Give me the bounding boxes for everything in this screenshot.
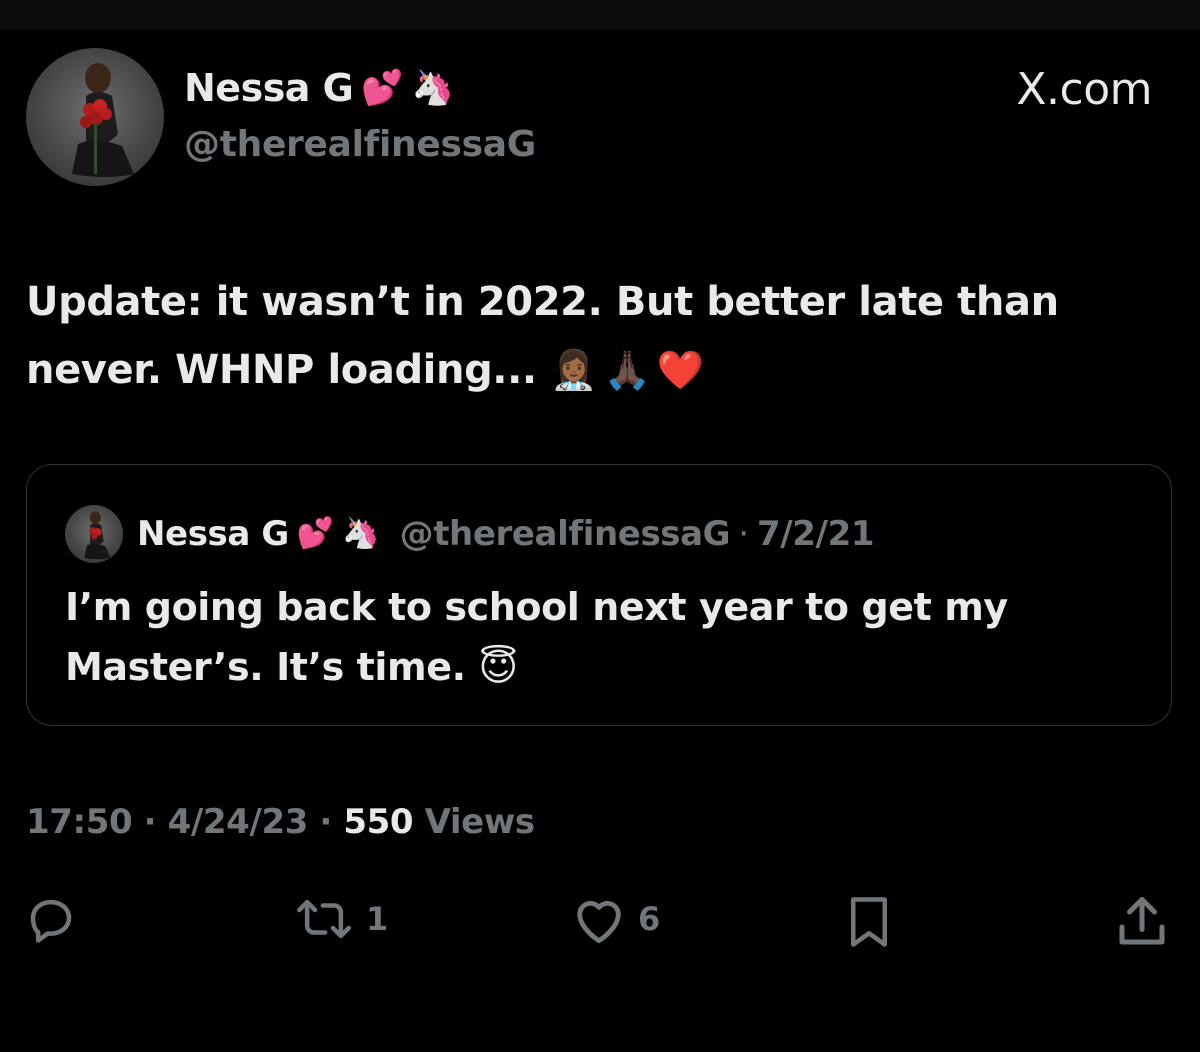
status-strip bbox=[0, 0, 1200, 30]
author-avatar[interactable] bbox=[26, 48, 164, 186]
repost-icon bbox=[297, 899, 351, 939]
quoted-date: 7/2/21 bbox=[757, 514, 875, 554]
views-count: 550 bbox=[343, 802, 414, 842]
share-button[interactable] bbox=[1112, 892, 1172, 952]
author-name[interactable]: Nessa G bbox=[184, 66, 354, 110]
quoted-tweet-header: Nessa G 💕 🦄 @therealfinessaG · 7/2/21 bbox=[65, 505, 874, 563]
tweet-body: Update: it wasn’t in 2022. But better la… bbox=[26, 279, 1059, 393]
bookmark-icon bbox=[851, 897, 887, 947]
tweet-meta: 17:50 · 4/24/23 · 550 Views bbox=[26, 802, 535, 842]
tweet-text: Update: it wasn’t in 2022. But better la… bbox=[26, 268, 1176, 404]
unicorn-emoji-icon: 🦄 bbox=[411, 68, 455, 108]
repost-button[interactable]: 1 bbox=[292, 892, 388, 946]
unicorn-emoji-icon: 🦄 bbox=[342, 516, 380, 551]
quoted-tweet-card[interactable]: Nessa G 💕 🦄 @therealfinessaG · 7/2/21 I’… bbox=[26, 464, 1172, 726]
separator-dot: · bbox=[319, 802, 332, 842]
share-icon bbox=[1119, 897, 1165, 945]
action-bar: 1 6 bbox=[0, 892, 1200, 962]
bookmark-button[interactable] bbox=[842, 892, 896, 952]
tweet-emojis: 👩🏾‍⚕️🙏🏿❤️ bbox=[550, 348, 711, 392]
views-label: Views bbox=[424, 802, 535, 842]
quoted-author-name: Nessa G bbox=[137, 514, 289, 554]
reply-icon bbox=[30, 899, 72, 943]
two-hearts-emoji-icon: 💕 bbox=[296, 516, 335, 551]
author-handle[interactable]: @therealfinessaG bbox=[184, 124, 536, 165]
quoted-body: I’m going back to school next year to ge… bbox=[65, 585, 1008, 689]
quoted-tweet-text: I’m going back to school next year to ge… bbox=[65, 577, 1145, 697]
quoted-author-handle: @therealfinessaG bbox=[399, 514, 731, 554]
tweet-date[interactable]: 4/24/23 bbox=[168, 802, 309, 842]
heart-icon bbox=[577, 900, 621, 944]
tweet-time[interactable]: 17:50 bbox=[26, 802, 133, 842]
reply-button[interactable] bbox=[24, 892, 78, 946]
smiling-halo-emoji-icon: 😇 bbox=[478, 645, 519, 689]
source-label: X.com bbox=[1016, 64, 1152, 115]
quoted-author-avatar bbox=[65, 505, 123, 563]
repost-count: 1 bbox=[366, 900, 389, 938]
like-button[interactable]: 6 bbox=[570, 892, 660, 946]
separator-dot: · bbox=[143, 802, 157, 842]
author-name-row: Nessa G 💕 🦄 bbox=[184, 66, 454, 110]
separator-dot: · bbox=[738, 514, 750, 554]
like-count: 6 bbox=[638, 900, 661, 938]
two-hearts-emoji-icon: 💕 bbox=[361, 68, 404, 108]
